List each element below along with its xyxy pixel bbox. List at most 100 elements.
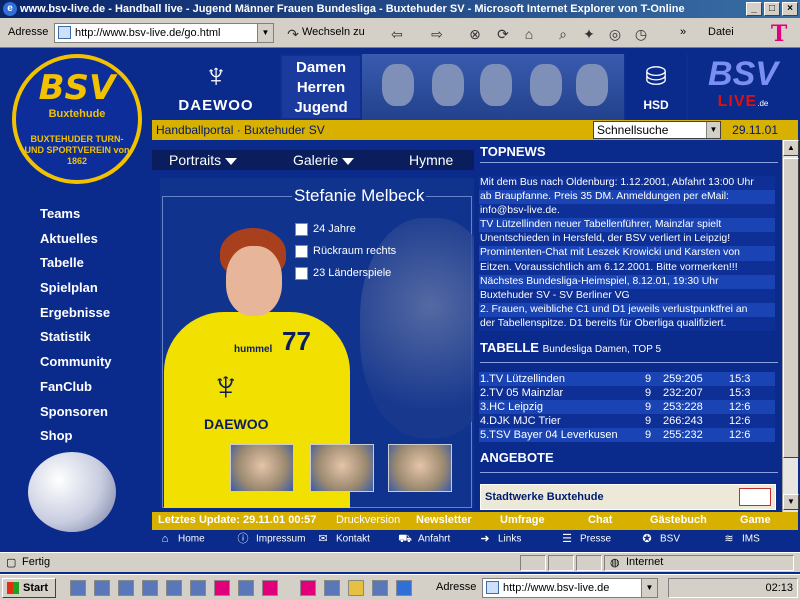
home-icon[interactable]: ⌂ <box>520 25 538 43</box>
player-thumbnail[interactable] <box>310 444 374 492</box>
folder-icon[interactable] <box>348 580 364 596</box>
nav-teams[interactable]: Teams <box>40 206 150 231</box>
history-icon[interactable]: ◷ <box>632 25 650 43</box>
player-thumbnail[interactable] <box>388 444 452 492</box>
scroll-thumb[interactable] <box>783 158 799 458</box>
footer-anfahrt[interactable]: ⛟ Anfahrt <box>398 533 450 545</box>
nav-aktuelles[interactable]: Aktuelles <box>40 231 150 256</box>
player-thumbnail[interactable] <box>230 444 294 492</box>
stop-icon[interactable]: ⊗ <box>466 25 484 43</box>
address-dropdown-icon[interactable]: ▼ <box>257 24 273 42</box>
galerie-menu[interactable]: Galerie <box>293 152 355 168</box>
quicklaunch-icon[interactable] <box>238 580 254 596</box>
nav-shop[interactable]: Shop <box>40 428 150 453</box>
minimize-button[interactable]: _ <box>746 2 762 16</box>
start-button[interactable]: Start <box>2 578 56 598</box>
quicklaunch-icon[interactable] <box>166 580 182 596</box>
quicklaunch-icon[interactable] <box>70 580 86 596</box>
team-face <box>382 64 414 106</box>
footer-home[interactable]: ⌂ Home <box>158 533 205 545</box>
bsv-club-logo[interactable]: BSV Buxtehude BUXTEHUDER TURN- UND SPORT… <box>12 54 142 184</box>
nav-statistik[interactable]: Statistik <box>40 329 150 354</box>
footer-links-item[interactable]: ➜ Links <box>478 533 521 545</box>
news-line[interactable]: Unentschieden in Hersfeld, der BSV verli… <box>479 232 775 247</box>
daewoo-sponsor[interactable]: ♆ DAEWOO <box>152 54 280 120</box>
quicksearch-select[interactable]: Schnellsuche ▼ <box>593 121 721 139</box>
nav-ergebnisse[interactable]: Ergebnisse <box>40 305 150 330</box>
table-row[interactable]: 5.TSV Bayer 04 Leverkusen 9 255:232 12:6 <box>479 428 775 442</box>
angebote-divider <box>480 472 778 473</box>
search-icon[interactable]: ⌕ <box>554 25 572 43</box>
newsletter-link[interactable]: Newsletter <box>416 514 472 526</box>
go-arrow-icon[interactable]: ↷ <box>284 25 302 43</box>
news-line[interactable]: Eitzen. Voraussichtlich am 6.12.2001. Bi… <box>479 260 775 275</box>
toolbar-chevron[interactable]: » <box>680 26 686 38</box>
quicksearch-dropdown-icon[interactable]: ▼ <box>706 122 720 138</box>
footer-kontakt[interactable]: ✉ Kontakt <box>316 533 370 545</box>
taskbar-address-input[interactable]: http://www.bsv-live.de ▼ <box>482 578 658 598</box>
task-icon[interactable] <box>324 580 340 596</box>
table-row[interactable]: 3.HC Leipzig 9 253:228 12:6 <box>479 400 775 414</box>
stadtwerke-banner[interactable]: Stadtwerke Buxtehude <box>480 484 776 510</box>
quicklaunch-icon[interactable] <box>190 580 206 596</box>
footer-ims[interactable]: ≋ IMS <box>722 533 759 545</box>
print-version-link[interactable]: Druckversion <box>336 514 400 526</box>
back-icon[interactable]: ⇦ <box>388 25 406 43</box>
category-jugend[interactable]: Jugend <box>282 98 360 118</box>
ie-task-icon[interactable] <box>396 580 412 596</box>
taskbar-address-dropdown-icon[interactable]: ▼ <box>641 579 657 597</box>
news-line[interactable]: der Tabellenspitze. D1 bereits für Oberl… <box>479 316 775 332</box>
scroll-down-icon[interactable]: ▼ <box>783 494 799 510</box>
refresh-icon[interactable]: ⟳ <box>494 25 512 43</box>
hsd-sponsor[interactable]: ⛁ HSD <box>626 54 686 120</box>
nav-tabelle[interactable]: Tabelle <box>40 255 150 280</box>
clock[interactable]: 02:13 <box>765 582 793 594</box>
nav-spielplan[interactable]: Spielplan <box>40 280 150 305</box>
quicklaunch-icon[interactable] <box>94 580 110 596</box>
go-button[interactable]: Wechseln zu <box>302 26 365 38</box>
close-button[interactable]: × <box>782 2 798 16</box>
quicklaunch-icon[interactable] <box>118 580 134 596</box>
news-line[interactable]: Mit dem Bus nach Oldenburg: 1.12.2001, A… <box>479 176 775 191</box>
news-line[interactable]: 2. Frauen, weibliche C1 und D1 jeweils v… <box>479 302 775 317</box>
news-line[interactable]: info@bsv-live.de. <box>479 204 775 219</box>
nav-sponsoren[interactable]: Sponsoren <box>40 404 150 429</box>
forward-icon[interactable]: ⇨ <box>428 25 446 43</box>
chat-link[interactable]: Chat <box>588 514 612 526</box>
footer-bsv[interactable]: ✪ BSV <box>640 533 680 545</box>
task-icon[interactable] <box>372 580 388 596</box>
news-line[interactable]: TV Lützellinden neuer Tabellenführer, Ma… <box>479 218 775 233</box>
category-damen[interactable]: Damen <box>282 58 360 78</box>
category-herren[interactable]: Herren <box>282 78 360 98</box>
t-online-task-icon[interactable] <box>300 580 316 596</box>
media-icon[interactable]: ◎ <box>606 25 624 43</box>
guestbook-link[interactable]: Gästebuch <box>650 514 707 526</box>
news-line[interactable]: ab Braupfanne. Preis 35 DM. Anmeldungen … <box>479 190 775 205</box>
team-name: 4.DJK MJC Trier <box>480 415 561 427</box>
goals: 259:205 <box>663 373 703 385</box>
quicklaunch-icon[interactable] <box>142 580 158 596</box>
table-row[interactable]: 4.DJK MJC Trier 9 266:243 12:6 <box>479 414 775 428</box>
nav-fanclub[interactable]: FanClub <box>40 379 150 404</box>
scroll-up-icon[interactable]: ▲ <box>783 140 799 156</box>
nav-community[interactable]: Community <box>40 354 150 379</box>
favorites-icon[interactable]: ✦ <box>580 25 598 43</box>
address-input[interactable]: http://www.bsv-live.de/go.html ▼ <box>54 23 274 43</box>
news-line[interactable]: Nächstes Bundesliga-Heimspiel, 8.12.01, … <box>479 274 775 289</box>
t-online-icon[interactable] <box>214 580 230 596</box>
news-line[interactable]: Promintenten-Chat mit Leszek Krowicki un… <box>479 246 775 261</box>
game-link[interactable]: Game <box>740 514 771 526</box>
bsv-live-logo[interactable]: BSV LIVE.de <box>688 54 798 120</box>
t-online-icon[interactable] <box>262 580 278 596</box>
maximize-button[interactable]: □ <box>764 2 780 16</box>
footer-impressum[interactable]: ⓘ Impressum <box>236 533 306 545</box>
hymne-link[interactable]: Hymne <box>409 152 453 168</box>
footer-presse[interactable]: ☰ Presse <box>560 533 611 545</box>
portraits-menu[interactable]: Portraits <box>169 152 238 168</box>
table-row[interactable]: 1.TV Lützellinden 9 259:205 15:3 <box>479 372 775 386</box>
news-line[interactable]: Buxtehuder SV - SV Berliner VG <box>479 288 775 303</box>
table-row[interactable]: 2.TV 05 Mainzlar 9 232:207 15:3 <box>479 386 775 400</box>
menu-datei[interactable]: Datei <box>708 26 734 38</box>
umfrage-link[interactable]: Umfrage <box>500 514 545 526</box>
page-scrollbar[interactable]: ▲ ▼ <box>782 140 799 512</box>
